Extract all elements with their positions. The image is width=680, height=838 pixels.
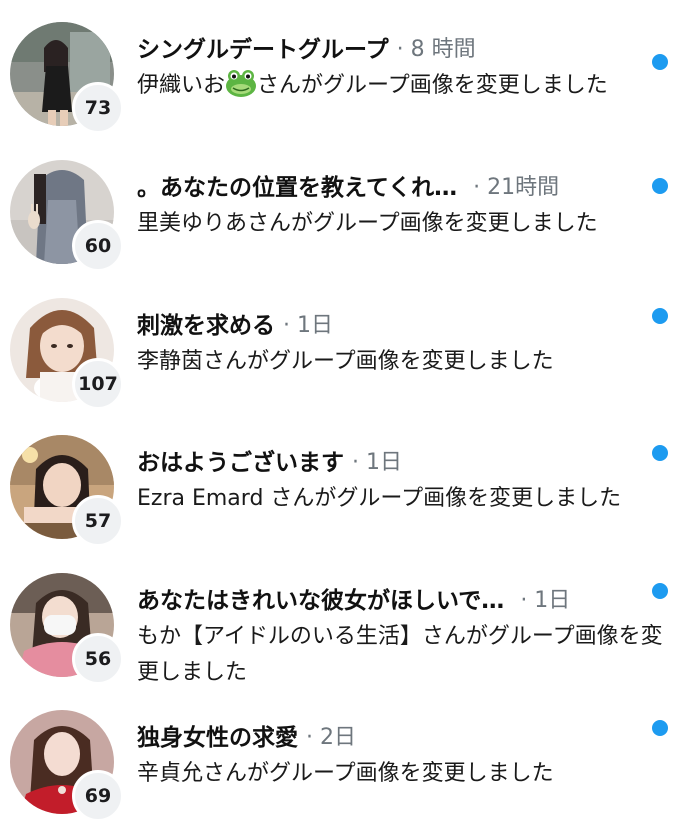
unread-indicator <box>652 54 668 70</box>
timestamp: · 2日 <box>306 725 356 750</box>
conversation-text: 。あなたの位置を教えてくれ… · 21時間 里美ゆりあさんがグループ画像を変更し… <box>137 168 637 242</box>
group-avatar[interactable]: 57 <box>10 435 124 547</box>
group-avatar[interactable]: 107 <box>10 298 124 410</box>
conversation-row[interactable]: 57 おはようございます · 1日 Ezra Emard さんがグループ画像を変… <box>0 433 680 563</box>
unread-indicator <box>652 583 668 599</box>
group-avatar[interactable]: 56 <box>10 573 124 685</box>
group-name: 刺激を求める <box>137 313 275 339</box>
group-avatar[interactable]: 69 <box>10 710 124 822</box>
member-count-badge: 56 <box>72 633 124 685</box>
conversation-row[interactable]: 107 刺激を求める · 1日 李静茵さんがグループ画像を変更しました <box>0 296 680 426</box>
last-message: 里美ゆりあさんがグループ画像を変更しました <box>137 211 598 236</box>
group-avatar[interactable]: 73 <box>10 22 124 134</box>
unread-indicator <box>652 445 668 461</box>
member-count-badge: 60 <box>72 220 124 272</box>
group-name: あなたはきれいな彼女がほしいで… <box>137 588 505 614</box>
timestamp: · 1日 <box>352 450 402 475</box>
member-count-badge: 73 <box>72 82 124 134</box>
last-message: 李静茵さんがグループ画像を変更しました <box>137 349 554 374</box>
last-message: Ezra Emard さんがグループ画像を変更しました <box>137 486 622 511</box>
group-name: 。あなたの位置を教えてくれ… <box>137 175 458 201</box>
conversation-row[interactable]: 56 あなたはきれいな彼女がほしいで… · 1日 もか【アイドルのいる生活】さん… <box>0 571 680 701</box>
timestamp: · 8 時間 <box>396 37 476 62</box>
conversation-row[interactable]: 60 。あなたの位置を教えてくれ… · 21時間 里美ゆりあさんがグループ画像を… <box>0 158 680 288</box>
conversation-text: 刺激を求める · 1日 李静茵さんがグループ画像を変更しました <box>137 306 637 380</box>
message-sender: 伊織いお <box>137 73 226 98</box>
member-count-badge: 69 <box>72 770 124 822</box>
timestamp: · 1日 <box>520 588 571 613</box>
timestamp: · 1日 <box>283 313 333 338</box>
group-name: シングルデートグループ <box>137 37 389 63</box>
conversation-row[interactable]: 69 独身女性の求愛 · 2日 辛貞允さんがグループ画像を変更しました <box>0 708 680 838</box>
member-count-badge: 57 <box>72 495 124 547</box>
last-message: 伊織いお さんがグループ画像を変更しました <box>137 68 665 104</box>
conversation-text: おはようございます · 1日 Ezra Emard さんがグループ画像を変更しま… <box>137 443 637 517</box>
unread-indicator <box>652 308 668 324</box>
group-name: おはようございます <box>137 450 344 476</box>
group-avatar[interactable]: 60 <box>10 160 124 272</box>
conversation-text: シングルデートグループ · 8 時間 伊織いお さんがグループ画像を変更しました <box>137 30 637 104</box>
unread-indicator <box>652 720 668 736</box>
unread-indicator <box>652 178 668 194</box>
conversation-row[interactable]: 73 シングルデートグループ · 8 時間 伊織いお さんがグループ画像を変更し… <box>0 20 680 150</box>
member-count-badge: 107 <box>72 358 124 410</box>
last-message: もか【アイドルのいる生活】さんがグループ画像を変更しました <box>137 624 663 685</box>
group-name: 独身女性の求愛 <box>137 725 298 751</box>
conversation-text: あなたはきれいな彼女がほしいで… · 1日 もか【アイドルのいる生活】さんがグル… <box>137 581 663 691</box>
last-message: 辛貞允さんがグループ画像を変更しました <box>137 761 554 786</box>
message-text: さんがグループ画像を変更しました <box>257 73 608 98</box>
frog-face-icon <box>225 68 257 98</box>
timestamp: · 21時間 <box>473 175 560 200</box>
conversation-text: 独身女性の求愛 · 2日 辛貞允さんがグループ画像を変更しました <box>137 718 637 792</box>
